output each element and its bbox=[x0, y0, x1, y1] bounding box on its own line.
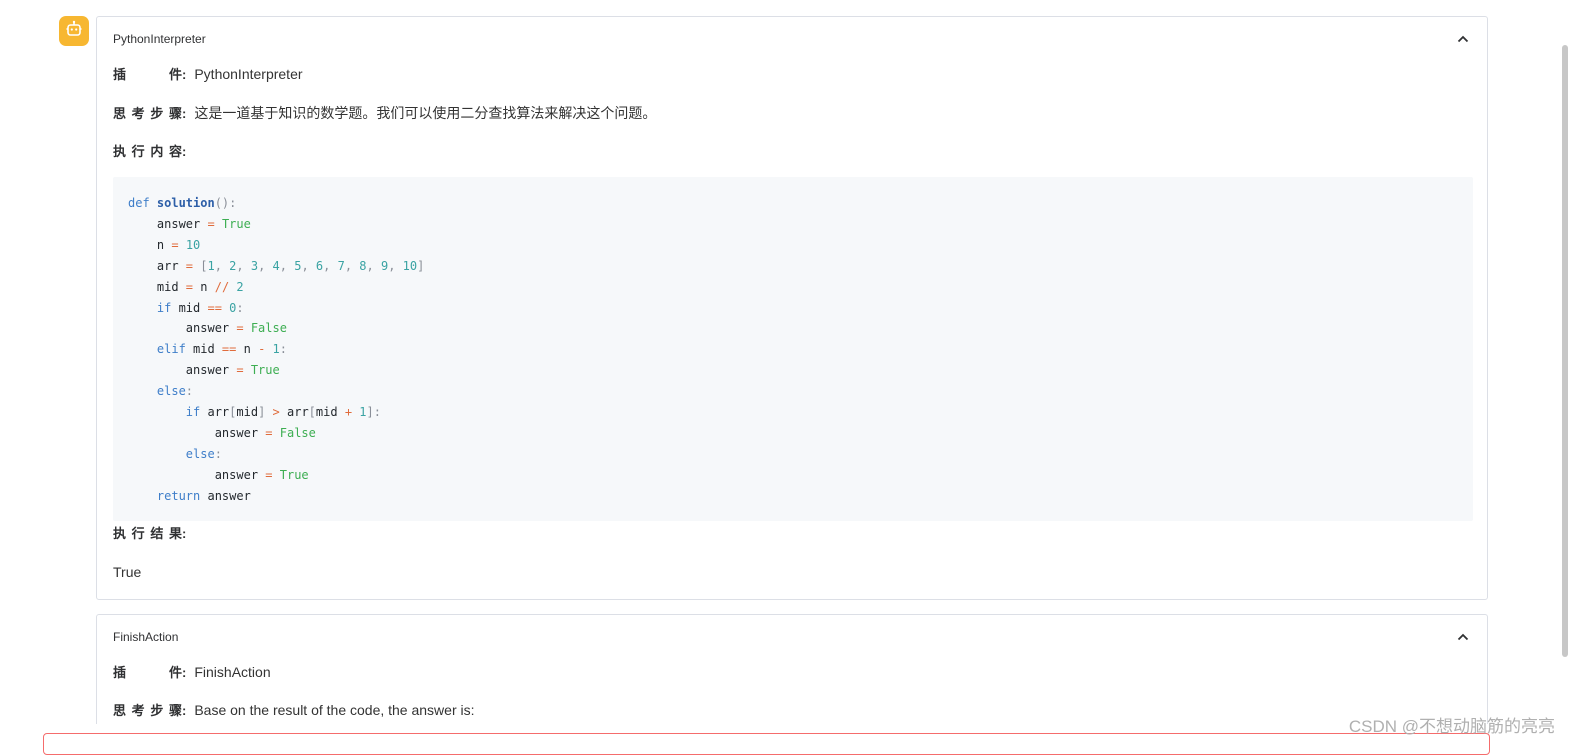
thought-label: 思考步骤 bbox=[113, 703, 182, 718]
code-line: else: bbox=[128, 384, 194, 399]
panel-title: FinishAction bbox=[113, 630, 179, 644]
code-line: elif mid == n - 1: bbox=[128, 342, 287, 357]
plugin-row: 插件 : PythonInterpreter bbox=[113, 66, 303, 82]
code-line: answer = True bbox=[128, 467, 309, 482]
exec-result-value: True bbox=[113, 564, 142, 580]
code-line: answer = True bbox=[128, 363, 280, 378]
thought-label: 思考步骤 bbox=[113, 106, 182, 121]
scrollbar[interactable] bbox=[1562, 45, 1568, 657]
plugin-value: FinishAction bbox=[194, 664, 271, 680]
watermark: CSDN @不想动脑筋的亮亮 bbox=[1348, 717, 1555, 736]
bot-avatar bbox=[59, 16, 89, 46]
plugin-label: 插件 bbox=[113, 67, 182, 82]
code-line: answer = False bbox=[128, 425, 316, 440]
plugin-row: 插件 : FinishAction bbox=[113, 664, 271, 680]
exec-result-label: 执行结果 bbox=[113, 526, 182, 541]
exec-content-row: 执行内容 : bbox=[113, 141, 194, 160]
code-line: answer = True bbox=[128, 216, 251, 231]
plugin-value: PythonInterpreter bbox=[194, 66, 303, 82]
exec-result-row: 执行结果 : bbox=[113, 523, 194, 542]
step-panel-finish-action: FinishAction 插件 : FinishAction 思考步骤 : Ba… bbox=[96, 614, 1488, 724]
exec-content-label: 执行内容 bbox=[113, 144, 182, 159]
code-line: def solution(): bbox=[128, 196, 237, 210]
code-block: def solution(): answer = True n = 10 arr… bbox=[113, 177, 1473, 521]
thought-value: 这是一道基于知识的数学题。我们可以使用二分查找算法来解决这个问题。 bbox=[194, 105, 657, 121]
chevron-up-icon bbox=[1457, 30, 1469, 48]
code-line: mid = n // 2 bbox=[128, 279, 244, 294]
code-line: arr = [1, 2, 3, 4, 5, 6, 7, 8, 9, 10] bbox=[128, 258, 425, 273]
code-line: answer = False bbox=[128, 321, 287, 336]
plugin-label: 插件 bbox=[113, 665, 182, 680]
chevron-up-icon bbox=[1457, 628, 1469, 646]
thought-row: 思考步骤 : 这是一道基于知识的数学题。我们可以使用二分查找算法来解决这个问题。 bbox=[113, 105, 657, 121]
code-line: return answer bbox=[128, 488, 251, 503]
thought-row: 思考步骤 : Base on the result of the code, t… bbox=[113, 702, 475, 718]
thought-value: Base on the result of the code, the answ… bbox=[194, 702, 475, 718]
code-text: def solution(): answer = True n = 10 arr… bbox=[128, 193, 1458, 507]
step-panel-python-interpreter: PythonInterpreter 插件 : PythonInterpreter… bbox=[96, 16, 1488, 600]
panel-title: PythonInterpreter bbox=[113, 32, 206, 46]
code-line: else: bbox=[128, 446, 222, 461]
robot-icon bbox=[65, 20, 83, 43]
code-line: if mid == 0: bbox=[128, 300, 244, 315]
code-line: n = 10 bbox=[128, 237, 201, 252]
collapse-button[interactable] bbox=[1455, 31, 1471, 47]
code-line: if arr[mid] > arr[mid + 1]: bbox=[128, 405, 381, 420]
collapse-button[interactable] bbox=[1455, 629, 1471, 645]
input-box[interactable] bbox=[43, 733, 1490, 755]
